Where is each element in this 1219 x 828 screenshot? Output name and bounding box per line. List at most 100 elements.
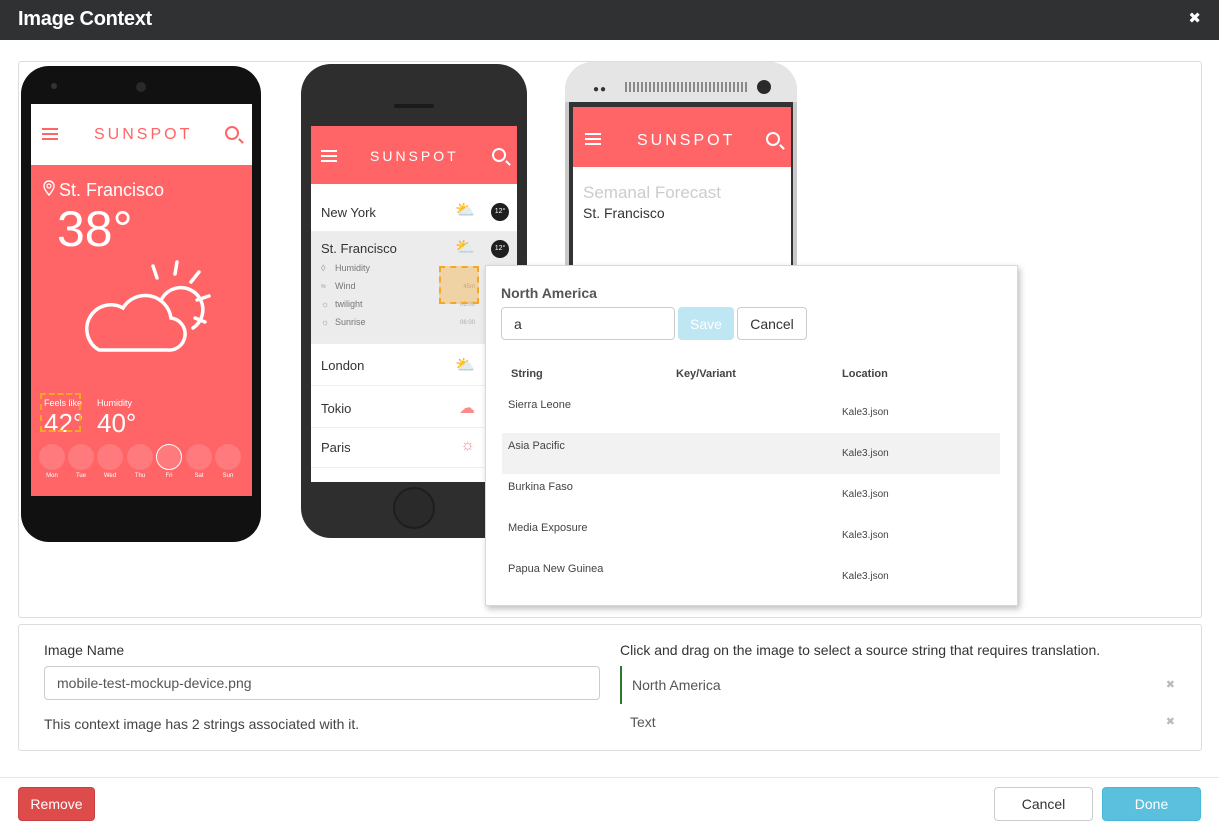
dialog-title: Image Context (18, 8, 152, 30)
popup-title: North America (501, 285, 597, 301)
city-name: New York (321, 205, 376, 220)
location-cell: Kale3.json (842, 448, 889, 459)
weekly-forecast: Mon Tue Wed Thu Fri Sat Sun (39, 444, 244, 488)
cancel-button[interactable]: Cancel (994, 787, 1093, 821)
app-logo: SUNSPOT (370, 148, 459, 164)
associated-string-item[interactable]: North America ✖ (620, 666, 1175, 704)
remove-string-icon[interactable]: ✖ (1166, 678, 1175, 691)
string-cell: Media Exposure (508, 522, 588, 534)
temperature-badge: 12° (491, 240, 509, 258)
sunrise-icon: ☼ (321, 317, 330, 327)
city-name: St. Francisco (321, 241, 397, 256)
column-header-key: Key/Variant (676, 368, 736, 380)
day-label: Wed (103, 473, 117, 479)
associated-string-item[interactable]: Text ✖ (620, 703, 1175, 741)
image-name-input[interactable] (44, 666, 600, 700)
location-cell: Kale3.json (842, 530, 889, 541)
column-header-location: Location (842, 368, 888, 380)
location-cell: Kale3.json (842, 407, 889, 418)
detail-sunrise-value: 06:00 (459, 320, 475, 326)
search-icon (492, 148, 506, 162)
day-label: Mon (46, 473, 58, 479)
city-name: London (321, 358, 365, 373)
wind-icon: ≈ (321, 281, 326, 291)
app-header: SUNSPOT (573, 107, 791, 167)
string-cell: Sierra Leone (508, 399, 571, 411)
menu-icon (42, 128, 58, 140)
android-screen: SUNSPOT St. Francisco 38° Feels like 42°… (31, 104, 252, 496)
menu-icon (585, 133, 601, 145)
sun-icon: ☼ (460, 437, 475, 454)
save-button[interactable]: Save (678, 307, 734, 340)
associated-string-label: North America (632, 677, 721, 693)
app-logo: SUNSPOT (637, 132, 736, 149)
day-weather-icon (156, 444, 182, 470)
city-name: Tokio (321, 401, 352, 416)
column-header-string: String (511, 368, 543, 380)
home-button (393, 487, 435, 529)
remove-string-icon[interactable]: ✖ (1166, 715, 1175, 728)
search-icon (225, 126, 239, 140)
day-label: Sun (222, 473, 234, 479)
phone-top-bezel: ●● (565, 62, 797, 102)
day-weather-icon (68, 444, 94, 470)
string-cell: Burkina Faso (508, 481, 573, 493)
image-name-label: Image Name (44, 642, 125, 658)
search-icon (766, 132, 780, 146)
day-label: Thu (134, 473, 146, 479)
day-label: Fri (165, 473, 173, 479)
associated-string-label: Text (630, 714, 656, 730)
rain-cloud-icon: ☁ (459, 400, 475, 417)
city-name: St. Francisco (43, 180, 164, 201)
association-count-text: This context image has 2 strings associa… (44, 716, 360, 732)
current-temperature: 38° (57, 201, 133, 257)
speaker-dot (51, 83, 57, 89)
earpiece (394, 104, 434, 108)
temperature-badge: 12° (491, 203, 509, 221)
location-pin-icon (43, 180, 55, 201)
close-icon[interactable]: ✖ (1188, 9, 1201, 27)
day-label: Tue (75, 473, 87, 479)
remove-button[interactable]: Remove (18, 787, 95, 821)
image-info-panel: Image Name This context image has 2 stri… (18, 624, 1202, 751)
cloud-sun-icon: ⛅ (455, 239, 475, 256)
string-cell: Papua New Guinea (508, 563, 604, 575)
app-logo: SUNSPOT (94, 126, 193, 143)
string-result-row[interactable]: Asia Pacific Kale3.json (502, 433, 1000, 474)
android-device-mockup: SUNSPOT St. Francisco 38° Feels like 42°… (21, 66, 261, 542)
htc-device-mockup: ●● SUNSPOT Semanal Forecast St. Francisc… (565, 62, 797, 274)
humidity-label: Humidity (97, 398, 133, 408)
day-weather-icon (39, 444, 65, 470)
string-result-row[interactable]: Media Exposure Kale3.json (502, 515, 1000, 556)
cloud-sun-icon: ⛅ (455, 202, 475, 219)
string-cell: Asia Pacific (508, 440, 565, 452)
menu-icon (321, 150, 337, 162)
string-selection-box[interactable] (40, 393, 81, 432)
day-weather-icon (186, 444, 212, 470)
city-row: New York ⛅ 12° (311, 184, 517, 232)
city-label: St. Francisco (59, 180, 165, 200)
day-weather-icon (127, 444, 153, 470)
forecast-city: St. Francisco (583, 205, 665, 221)
detail-sunrise: ☼ Sunrise (321, 317, 366, 327)
cancel-button[interactable]: Cancel (737, 307, 807, 340)
app-header: SUNSPOT (31, 104, 252, 165)
dialog-footer: Remove Cancel Done (0, 777, 1219, 828)
cloud-sun-icon (81, 254, 211, 359)
string-result-row[interactable]: Burkina Faso Kale3.json (502, 474, 1000, 515)
day-weather-icon (215, 444, 241, 470)
string-search-input[interactable] (501, 307, 675, 340)
string-result-row[interactable]: Sierra Leone Kale3.json (502, 392, 1000, 433)
twilight-icon: ☼ (321, 299, 330, 309)
forecast-title: Semanal Forecast (583, 183, 721, 202)
string-result-row[interactable]: Papua New Guinea Kale3.json (502, 556, 1000, 597)
detail-twilight: ☼ twilight (321, 299, 363, 309)
humidity-value: 40° (97, 408, 137, 438)
string-selection-box[interactable] (439, 266, 479, 304)
location-cell: Kale3.json (842, 489, 889, 500)
done-button[interactable]: Done (1102, 787, 1201, 821)
city-name: Paris (321, 440, 351, 455)
htc-screen: SUNSPOT Semanal Forecast St. Francisco (573, 107, 791, 274)
speaker-grill (625, 82, 749, 92)
detail-humidity: ◊ Humidity (321, 263, 371, 273)
